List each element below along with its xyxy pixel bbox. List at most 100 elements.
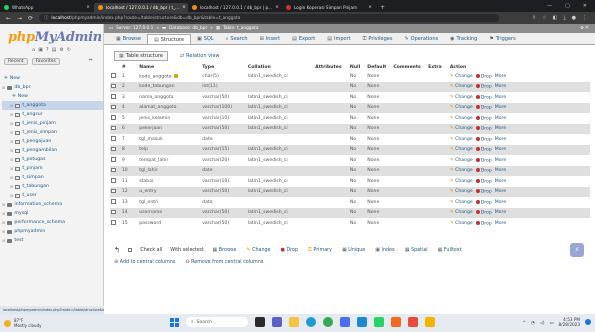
row-checkbox[interactable] <box>111 167 116 173</box>
browser-tab[interactable]: Login Koperasi Simpan Pinjam × <box>282 3 376 12</box>
row-checkbox[interactable] <box>111 83 116 89</box>
remove-central-columns-button[interactable]: ⊖ Remove from central columns <box>185 259 263 265</box>
clock[interactable]: 4:53 PM 8/28/2023 <box>559 317 580 327</box>
tree-expander-icon[interactable]: ⊞ <box>2 83 5 92</box>
tree-item[interactable]: ⊞ t_pinjam <box>2 164 103 173</box>
drop-button[interactable]: Drop <box>475 168 492 174</box>
tree-expander-icon[interactable]: ⊞ <box>10 110 13 119</box>
tree-item[interactable]: ⊞ t_angsur <box>2 110 103 119</box>
menu-icon[interactable]: ⋮ <box>582 15 587 21</box>
share-icon[interactable]: ⇪ <box>532 15 536 21</box>
bulk-fulltext-button[interactable]: ▦ Fulltext <box>438 247 462 253</box>
drop-button[interactable]: Drop <box>475 220 492 226</box>
change-button[interactable]: ✎ Change <box>450 137 473 142</box>
more-button[interactable]: More <box>495 147 506 152</box>
tree-expander-icon[interactable]: ⊞ <box>10 155 13 164</box>
breadcrumb-server[interactable]: Server: 127.0.0.1 <box>116 26 153 31</box>
drop-button[interactable]: Drop <box>475 136 492 142</box>
tree-expander-icon[interactable]: ⊞ <box>10 164 13 173</box>
bulk-index-button[interactable]: ▣ Index <box>375 247 395 253</box>
change-button[interactable]: ✎ Change <box>450 74 473 79</box>
row-checkbox[interactable] <box>111 178 116 183</box>
bulk-unique-button[interactable]: ▣ Unique <box>342 247 365 253</box>
more-button[interactable]: More <box>495 126 506 131</box>
tree-item[interactable]: ✚ New <box>2 92 103 101</box>
drop-button[interactable]: Drop <box>475 147 492 153</box>
more-button[interactable]: More <box>495 105 506 110</box>
xampp-icon[interactable] <box>391 317 401 327</box>
teams-icon[interactable] <box>272 317 282 327</box>
tab-structure[interactable]: ▤ Structure <box>146 34 191 44</box>
tree-expander-icon[interactable]: ⊞ <box>10 137 13 146</box>
tab-triggers[interactable]: ⚑ Triggers <box>483 34 521 44</box>
tree-expander-icon[interactable]: ⊞ <box>10 128 13 137</box>
vscode-icon[interactable] <box>357 317 367 327</box>
exit-icon[interactable]: ▣ <box>38 47 43 53</box>
row-checkbox[interactable] <box>111 73 116 78</box>
change-button[interactable]: ✎ Change <box>450 179 473 184</box>
breadcrumb-database[interactable]: Database: db_bpr <box>169 26 207 31</box>
tab-sql[interactable]: ▣ SQL <box>191 34 220 44</box>
bulk-browse-button[interactable]: ▦ Browse <box>213 247 237 253</box>
back-icon[interactable]: ← <box>6 15 11 22</box>
drop-button[interactable]: Drop <box>475 105 492 111</box>
browser-tab[interactable]: WhatsApp × <box>0 3 94 12</box>
download-icon[interactable]: ⤓ <box>563 15 565 21</box>
whatsapp-icon[interactable] <box>374 317 384 327</box>
windows-start-icon[interactable] <box>170 317 179 327</box>
row-checkbox[interactable] <box>111 209 116 215</box>
row-checkbox[interactable] <box>111 146 116 152</box>
console-toggle-icon[interactable]: ⚡ <box>570 243 584 257</box>
url-input[interactable]: ⓘ localhost /phpmyadmin/index.php?route=… <box>39 14 500 22</box>
collapse-link-icon[interactable]: ⇔ <box>86 58 96 65</box>
reload-nav-icon[interactable]: ↻ <box>67 47 71 53</box>
browser-tab[interactable]: localhost / 127.0.0.1 / db_bpr | p... × <box>188 3 282 12</box>
help-icon[interactable]: ▤ <box>52 47 57 53</box>
add-central-columns-button[interactable]: ⊕ Add to central columns <box>114 259 175 265</box>
settings-icon[interactable]: ⚙ <box>59 47 63 53</box>
row-checkbox[interactable] <box>111 125 116 131</box>
profile-icon[interactable]: ● <box>572 15 576 21</box>
tree-item[interactable]: ⊞ information_schema <box>2 200 103 209</box>
volume-icon[interactable]: ◁) <box>540 320 545 325</box>
drop-button[interactable]: Drop <box>475 189 492 195</box>
tree-item[interactable]: ⊞ t_tabungan <box>2 182 103 191</box>
notification-icon[interactable] <box>585 319 591 325</box>
tree-item[interactable]: ⊞ db_bpr <box>2 83 103 92</box>
row-checkbox[interactable] <box>111 199 116 204</box>
network-icon[interactable]: ◔ <box>531 320 535 325</box>
app-icon[interactable] <box>408 317 418 327</box>
row-checkbox[interactable] <box>111 94 116 99</box>
drop-button[interactable]: Drop <box>475 157 492 163</box>
row-checkbox[interactable] <box>111 188 116 194</box>
drop-button[interactable]: Drop <box>475 73 492 79</box>
breadcrumb-table[interactable]: Table: t_anggota <box>223 26 259 31</box>
change-button[interactable]: ✎ Change <box>450 95 473 100</box>
more-button[interactable]: More <box>495 210 506 215</box>
taskbar-search[interactable]: ⌕ Search <box>186 317 248 327</box>
forward-icon[interactable]: → <box>17 15 22 22</box>
row-checkbox[interactable] <box>111 136 116 141</box>
check-all-label[interactable]: Check all <box>140 248 162 253</box>
drop-button[interactable]: Drop <box>475 84 492 90</box>
tree-expander-icon[interactable]: ⊞ <box>2 200 5 209</box>
more-button[interactable]: More <box>495 95 506 100</box>
tree-item[interactable]: ✚ New <box>2 74 103 83</box>
change-button[interactable]: ✎ Change <box>450 126 473 131</box>
tab-browse[interactable]: ▦ Browse <box>110 34 147 44</box>
tree-expander-icon[interactable]: ⊞ <box>2 227 5 236</box>
more-button[interactable]: More <box>495 137 506 142</box>
tab-export[interactable]: ▤ Export <box>286 34 321 44</box>
tree-item[interactable]: ⊞ mysql <box>2 209 103 218</box>
drop-button[interactable]: Drop <box>475 178 492 184</box>
tree-expander-icon[interactable]: ⊞ <box>10 182 13 191</box>
tree-item[interactable]: ⊞ test <box>2 236 103 245</box>
tray-chevron-icon[interactable]: ^ <box>523 320 527 325</box>
close-icon[interactable]: × <box>182 5 186 10</box>
new-tab-button[interactable]: + <box>380 4 385 11</box>
minimize-icon[interactable]: — <box>547 3 552 9</box>
tree-item[interactable]: ⊞ phpmyadmin <box>2 227 103 236</box>
change-button[interactable]: ✎ Change <box>450 168 473 173</box>
close-icon[interactable]: × <box>275 5 279 10</box>
subtab-table-structure[interactable]: ▦ Table structure <box>114 51 168 61</box>
